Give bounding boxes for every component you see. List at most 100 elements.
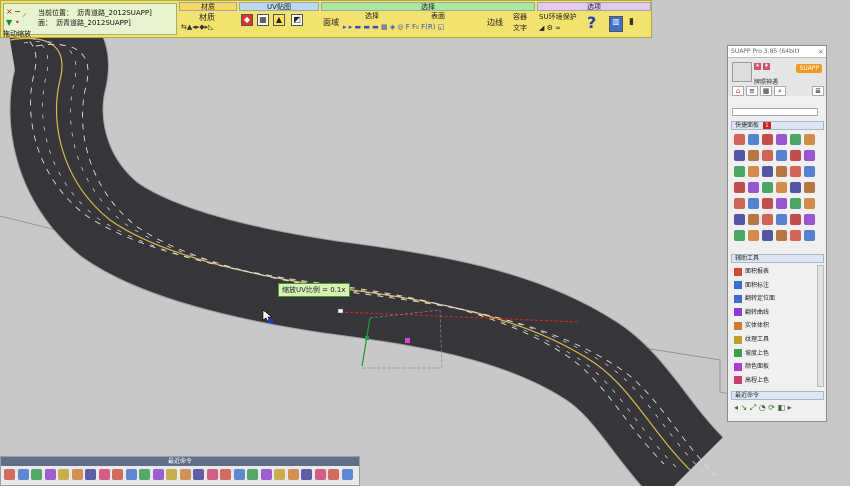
aux-tool-item[interactable]: 高程上色: [734, 374, 769, 387]
quick-tool-icon[interactable]: [790, 134, 801, 145]
list-tab-icon[interactable]: ≡: [746, 86, 758, 96]
aux-tool-item[interactable]: 实体体积: [734, 319, 769, 332]
quick-tool-icon[interactable]: [776, 230, 787, 241]
quick-tool-icon[interactable]: [734, 150, 745, 161]
help-icon[interactable]: ?: [587, 13, 596, 32]
quick-tool-icon[interactable]: [776, 150, 787, 161]
quick-tool-icon[interactable]: [790, 150, 801, 161]
aux-tool-item[interactable]: 坡度上色: [734, 347, 769, 360]
options-more-icon[interactable]: ▮: [629, 17, 634, 27]
quick-tool-icon[interactable]: [734, 166, 745, 177]
edge-button[interactable]: 边线: [487, 17, 503, 28]
grid-tab-icon[interactable]: ▦: [760, 86, 772, 96]
recent-command-icon[interactable]: [4, 469, 15, 480]
recent-command-icon[interactable]: [328, 469, 339, 480]
home-tab-icon[interactable]: ⌂: [732, 86, 744, 96]
recent-command-icon[interactable]: [112, 469, 123, 480]
quick-tool-icon[interactable]: [748, 134, 759, 145]
recent-command-icon[interactable]: [31, 469, 42, 480]
quick-tool-icon[interactable]: [776, 214, 787, 225]
aux-tool-item[interactable]: 纹理工具: [734, 333, 769, 346]
uv-map-icon[interactable]: ◆: [241, 14, 253, 26]
model-viewport[interactable]: 缩放UV比例 = 0.1x: [0, 0, 850, 486]
recent-command-icon[interactable]: [341, 469, 353, 480]
quick-tool-icon[interactable]: [762, 134, 773, 145]
search-tab-icon[interactable]: ⌕: [774, 86, 786, 96]
quick-tool-icon[interactable]: [748, 182, 759, 193]
recent-command-icon[interactable]: [152, 469, 164, 480]
recent-command-icon[interactable]: [58, 469, 69, 480]
quick-tool-icon[interactable]: [748, 214, 759, 225]
close-icon[interactable]: ×: [6, 7, 13, 16]
quick-tool-icon[interactable]: [804, 230, 815, 241]
recent-command-icon[interactable]: [287, 469, 299, 480]
recent-command-icon[interactable]: [314, 469, 326, 480]
recent-command-icon[interactable]: [193, 469, 204, 480]
recent-command-icon[interactable]: [260, 469, 272, 480]
quick-tool-icon[interactable]: [776, 166, 787, 177]
checker-icon[interactable]: ▦: [257, 14, 269, 26]
tool-scrollbar[interactable]: [817, 265, 824, 387]
quick-panel-header[interactable]: 快捷面板 1: [731, 121, 824, 130]
menu-icon[interactable]: ≣: [812, 86, 824, 96]
quick-tool-icon[interactable]: [804, 134, 815, 145]
uv-tool-icon[interactable]: ◩: [291, 14, 303, 26]
quick-tool-icon[interactable]: [790, 214, 801, 225]
quick-tool-icon[interactable]: [748, 198, 759, 209]
quick-tool-icon[interactable]: [748, 150, 759, 161]
quick-tool-icon[interactable]: [804, 166, 815, 177]
quick-tool-icon[interactable]: [734, 230, 745, 241]
close-icon[interactable]: ×: [817, 46, 824, 57]
quick-tool-icon[interactable]: [762, 150, 773, 161]
minus-icon[interactable]: −: [14, 7, 21, 16]
recent-command-icon[interactable]: [233, 469, 245, 480]
quick-tool-icon[interactable]: [776, 134, 787, 145]
recent-command-icon[interactable]: [125, 469, 137, 480]
aux-tool-item[interactable]: 面积报表: [734, 265, 769, 278]
quick-tool-icon[interactable]: [762, 182, 773, 193]
box-map-icon[interactable]: ▲: [273, 14, 285, 26]
select-tools-icon[interactable]: ▸ ▸ ▬ ▬ ▬ ▦ ◈ ◎ F F₀ F(R) ◱: [343, 23, 444, 31]
recent-command-icon[interactable]: [139, 469, 150, 480]
quick-tool-icon[interactable]: [762, 214, 773, 225]
options-tools-icon[interactable]: ◢ ⚙ ∞: [539, 24, 561, 32]
quick-tool-icon[interactable]: [734, 214, 745, 225]
quick-tool-icon[interactable]: [734, 134, 745, 145]
container-button[interactable]: 容器: [513, 12, 527, 22]
recent-command-icon[interactable]: [166, 469, 177, 480]
quick-tool-icon[interactable]: [776, 182, 787, 193]
quick-tool-icon[interactable]: [762, 198, 773, 209]
quick-tool-icon[interactable]: [804, 198, 815, 209]
quick-tool-icon[interactable]: [804, 182, 815, 193]
quick-tool-icon[interactable]: [804, 214, 815, 225]
quick-tool-icon[interactable]: [790, 230, 801, 241]
quick-tool-icon[interactable]: [804, 150, 815, 161]
down-arrow-icon[interactable]: ▼: [6, 18, 12, 27]
quick-tool-icon[interactable]: [762, 230, 773, 241]
quick-tool-icon[interactable]: [790, 182, 801, 193]
recent-command-icon[interactable]: [274, 469, 285, 480]
quick-tool-icon[interactable]: [748, 166, 759, 177]
search-input[interactable]: [732, 108, 818, 116]
aux-tools-header[interactable]: 辅助工具: [731, 254, 824, 263]
recent-command-icon[interactable]: [206, 469, 218, 480]
aux-tool-item[interactable]: 颜色面板: [734, 360, 769, 373]
quick-tool-icon[interactable]: [776, 198, 787, 209]
quick-tool-icon[interactable]: [734, 198, 745, 209]
quick-tool-icon[interactable]: [790, 166, 801, 177]
text-button[interactable]: 文字: [513, 23, 527, 33]
recent-command-icon[interactable]: [247, 469, 258, 480]
recent-command-icon[interactable]: [98, 469, 110, 480]
trash-icon[interactable]: ▥: [609, 16, 623, 32]
material-tools-icon[interactable]: ⇆▲◂▸◆▸◺: [181, 23, 214, 31]
avatar[interactable]: [732, 62, 752, 82]
recent-command-icon[interactable]: [44, 469, 56, 480]
recent-commands-header[interactable]: 最近命令: [731, 391, 824, 400]
recent-command-icon[interactable]: [17, 469, 29, 480]
recent-commands-icons[interactable]: ◂ ↘ ⤢ ◔ ⟳ ◧ ▸: [734, 403, 792, 413]
brush-icon[interactable]: ⸝: [22, 5, 27, 19]
quick-tool-icon[interactable]: [734, 182, 745, 193]
aux-tool-item[interactable]: 翻转定位面: [734, 292, 775, 305]
aux-tool-item[interactable]: 翻转曲线: [734, 306, 769, 319]
quick-tool-icon[interactable]: [790, 198, 801, 209]
